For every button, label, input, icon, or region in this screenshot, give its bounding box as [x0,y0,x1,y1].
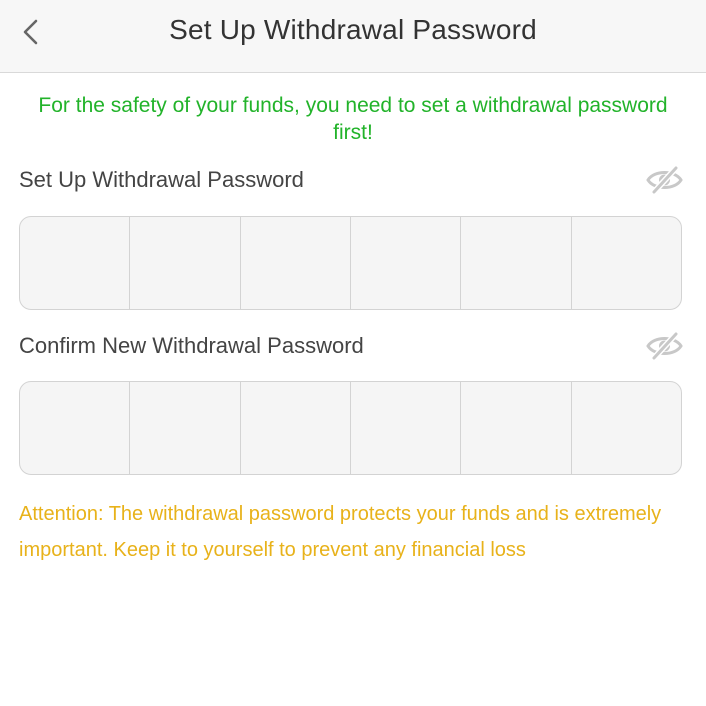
eye-off-icon[interactable] [646,331,683,361]
pin-digit-3[interactable] [241,217,351,309]
pin-digit-1[interactable] [20,382,131,474]
set-password-input[interactable] [19,216,682,310]
confirm-password-label: Confirm New Withdrawal Password [19,333,364,358]
pin-digit-5[interactable] [461,217,572,309]
page-title: Set Up Withdrawal Password [169,14,537,45]
set-password-label: Set Up Withdrawal Password [19,167,304,192]
attention-warning: Attention: The withdrawal password prote… [19,503,662,561]
pin-digit-5[interactable] [461,382,572,474]
eye-off-icon[interactable] [646,165,683,195]
confirm-password-input[interactable] [19,381,682,475]
pin-digit-6[interactable] [572,382,681,474]
pin-digit-4[interactable] [351,217,462,309]
pin-digit-3[interactable] [241,382,351,474]
safety-notice: For the safety of your funds, you need t… [38,94,668,144]
pin-digit-2[interactable] [130,217,241,309]
pin-digit-1[interactable] [20,217,131,309]
pin-digit-2[interactable] [130,382,241,474]
pin-digit-6[interactable] [572,217,681,309]
header-bar: Set Up Withdrawal Password [0,0,706,73]
pin-digit-4[interactable] [351,382,462,474]
